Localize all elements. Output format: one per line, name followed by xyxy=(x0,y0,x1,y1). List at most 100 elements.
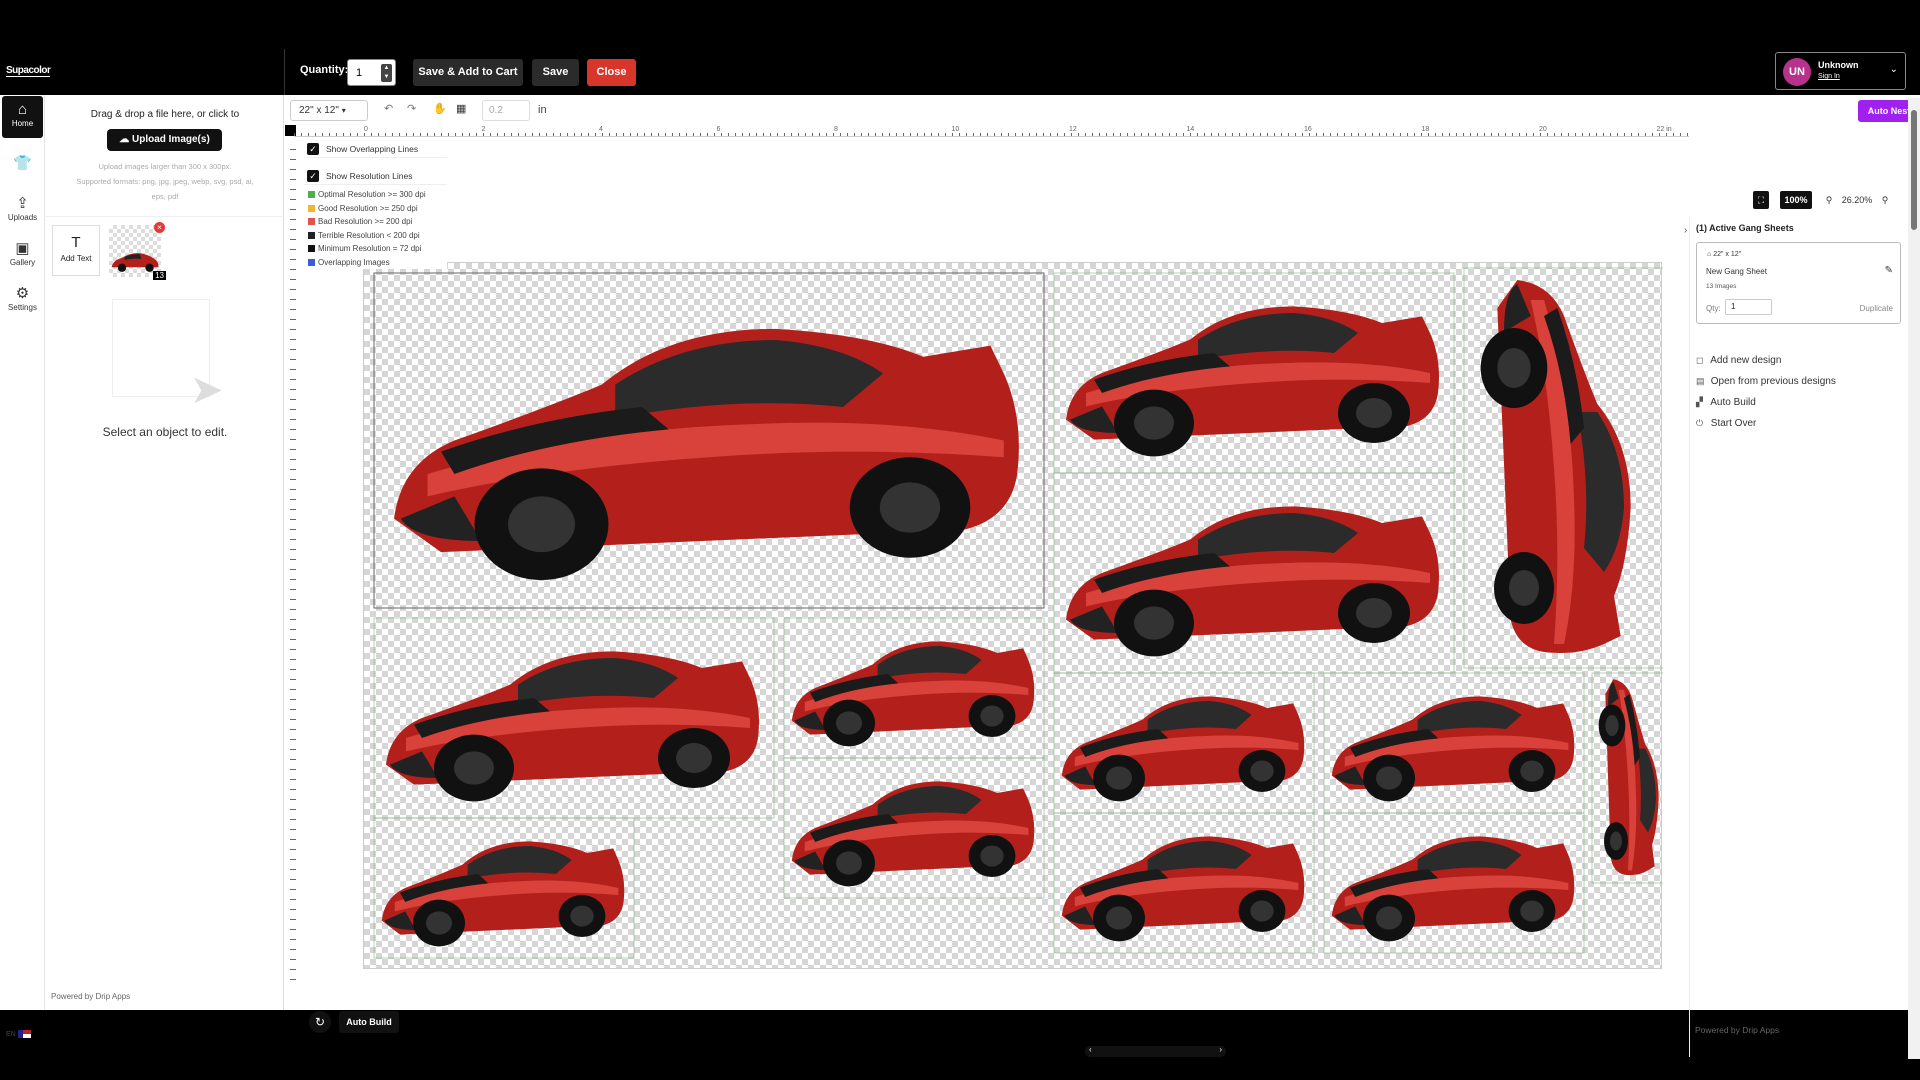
divider xyxy=(284,49,285,95)
ruler-tick-label: 0 xyxy=(364,126,368,133)
car-image[interactable] xyxy=(1463,267,1663,669)
start-over-action[interactable]: ⏻ Start Over xyxy=(1696,418,1756,429)
nav-item-gallery[interactable]: ▣ Gallery xyxy=(2,235,43,277)
legend-label: Overlapping Images xyxy=(318,257,390,267)
scroll-thumb[interactable] xyxy=(1911,110,1917,230)
sign-in-link[interactable]: Sign In xyxy=(1818,73,1840,80)
nav-item-home[interactable]: ⌂ Home xyxy=(2,96,43,138)
zoom-100-button[interactable]: 100% xyxy=(1780,191,1812,209)
folder-icon: ▤ xyxy=(1696,376,1705,386)
fit-screen-icon[interactable]: ⛶ xyxy=(1753,191,1769,209)
chevron-down-icon: ▾ xyxy=(341,106,346,115)
zoom-in-icon[interactable]: ⚲ xyxy=(1878,191,1892,209)
car-image[interactable] xyxy=(1591,672,1663,884)
redo-icon[interactable]: ↷ xyxy=(407,102,416,115)
save-button[interactable]: Save xyxy=(532,59,579,86)
car-image[interactable] xyxy=(1053,472,1455,674)
app: Supacolor Quantity: 1 ▲ ▼ Save & Add to C… xyxy=(0,49,1920,1059)
nav-item-products[interactable]: 👕 xyxy=(2,143,43,185)
gang-sheet-canvas[interactable] xyxy=(363,262,1663,969)
card-size: ⌂ 22" x 12" xyxy=(1707,251,1741,258)
zoom-out-icon[interactable]: ⚲ xyxy=(1822,191,1836,209)
sheet-images xyxy=(373,267,1663,959)
upload-info-line: eps, pdf xyxy=(151,192,179,201)
upload-images-button[interactable]: ☁ Upload Image(s) xyxy=(107,129,222,151)
uploaded-image-thumbnail[interactable]: × 13 xyxy=(109,222,166,280)
gang-sheet-card[interactable]: ⌂ 22" x 12" New Gang Sheet 13 Images ✎ Q… xyxy=(1696,242,1901,324)
car-image[interactable] xyxy=(1053,812,1315,954)
canvas-toolbar: 22" x 12" ▾ ↶ ↷ ✋ ▦ 0.2 in Auto Nest xyxy=(285,95,1920,127)
car-image[interactable] xyxy=(373,617,775,819)
ruler-tick-label: 12 xyxy=(1069,126,1077,133)
car-image[interactable] xyxy=(373,817,635,959)
undo-icon[interactable]: ↶ xyxy=(384,102,393,115)
legend-row: Minimum Resolution = 72 dpi xyxy=(304,242,447,256)
quantity-input[interactable]: 1 ▲ ▼ xyxy=(347,59,396,86)
legend-row: Overlapping Images xyxy=(304,256,447,270)
side-panel: Drag & drop a file here, or click to ☁ U… xyxy=(46,95,284,1010)
edit-icon[interactable]: ✎ xyxy=(1885,265,1893,276)
powered-by[interactable]: Powered by Drip Apps xyxy=(1695,1025,1779,1035)
refresh-button[interactable]: ↻ xyxy=(309,1011,331,1033)
step-input[interactable]: 0.2 xyxy=(482,100,530,121)
nav-item-uploads[interactable]: ⇪ Uploads xyxy=(2,190,43,232)
ruler-tick-label: 8 xyxy=(834,126,838,133)
legend-swatch xyxy=(308,258,315,266)
grid-icon[interactable]: ▦ xyxy=(456,102,466,115)
unit-label: in xyxy=(538,104,547,116)
car-image[interactable] xyxy=(1053,672,1315,814)
upload-info-line: Supported formats: png, jpg, jpeg, webp,… xyxy=(76,177,254,186)
flag-icon xyxy=(17,1030,31,1038)
add-text-button[interactable]: T Add Text xyxy=(52,225,100,276)
car-image[interactable] xyxy=(783,757,1045,899)
car-image[interactable] xyxy=(1323,812,1585,954)
refresh-icon: ↻ xyxy=(314,1015,326,1029)
remove-image-icon[interactable]: × xyxy=(154,222,165,233)
power-icon: ⏻ xyxy=(1696,418,1704,428)
language-selector[interactable]: EN xyxy=(6,1030,31,1038)
show-resolution-checkbox[interactable]: ✓ Show Resolution Lines xyxy=(304,167,447,185)
quantity-label: Quantity: xyxy=(300,64,349,76)
vertical-scrollbar[interactable] xyxy=(1908,98,1920,1059)
auto-build-button[interactable]: Auto Build xyxy=(339,1011,399,1033)
legend-label: Minimum Resolution = 72 dpi xyxy=(318,244,422,253)
user-menu[interactable]: UN Unknown Sign In ⌄ xyxy=(1775,52,1906,90)
user-name: Unknown xyxy=(1818,60,1859,70)
card-qty-input[interactable]: 1 xyxy=(1725,299,1772,315)
drop-zone-text[interactable]: Drag & drop a file here, or click to xyxy=(46,109,284,120)
open-previous-designs-action[interactable]: ▤ Open from previous designs xyxy=(1696,376,1836,387)
horizontal-scrollbar[interactable]: ‹ › xyxy=(1085,1045,1226,1057)
add-new-design-action[interactable]: ◻ Add new design xyxy=(1696,355,1781,366)
build-icon: ▞ xyxy=(1696,397,1703,407)
hand-icon[interactable]: ✋ xyxy=(433,102,447,115)
nav-item-settings[interactable]: ⚙ Settings xyxy=(2,280,43,322)
ruler-tick-label: 6 xyxy=(716,126,721,133)
quantity-stepper[interactable]: ▲ ▼ xyxy=(381,64,392,82)
quantity-value: 1 xyxy=(356,67,363,79)
legend-swatch xyxy=(308,191,315,198)
car-image[interactable] xyxy=(783,617,1045,759)
right-panel: › (1) Active Gang Sheets ⌂ 22" x 12" New… xyxy=(1684,217,1906,1057)
action-label: Auto Build xyxy=(1710,397,1756,408)
legend-label: Good Resolution >= 250 dpi xyxy=(318,203,418,213)
legend-swatch xyxy=(308,231,315,239)
show-overlapping-checkbox[interactable]: ✓ Show Overlapping Lines xyxy=(304,140,447,158)
car-image[interactable] xyxy=(1053,272,1455,474)
active-gang-sheets-heading: (1) Active Gang Sheets xyxy=(1696,223,1794,233)
powered-by[interactable]: Powered by Drip Apps xyxy=(51,992,130,1001)
chevron-down-icon: ⌄ xyxy=(1889,64,1898,75)
auto-build-action[interactable]: ▞ Auto Build xyxy=(1696,397,1756,408)
duplicate-link[interactable]: Duplicate xyxy=(1860,304,1893,313)
chevron-right-icon[interactable]: › xyxy=(1684,225,1687,236)
ruler-tick-label: 20 xyxy=(1539,126,1547,133)
add-design-icon: ◻ xyxy=(1696,355,1704,365)
car-image[interactable] xyxy=(373,272,1045,609)
gallery-icon: ▣ xyxy=(15,240,30,257)
car-image[interactable] xyxy=(1323,672,1585,814)
upload-images-label: Upload Image(s) xyxy=(131,134,210,145)
legend-row: Optimal Resolution >= 300 dpi xyxy=(304,188,447,202)
sheet-size-select[interactable]: 22" x 12" ▾ xyxy=(290,100,368,121)
close-button[interactable]: Close xyxy=(587,59,636,86)
save-add-to-cart-button[interactable]: Save & Add to Cart xyxy=(413,59,523,86)
home-icon: ⌂ xyxy=(17,101,28,118)
